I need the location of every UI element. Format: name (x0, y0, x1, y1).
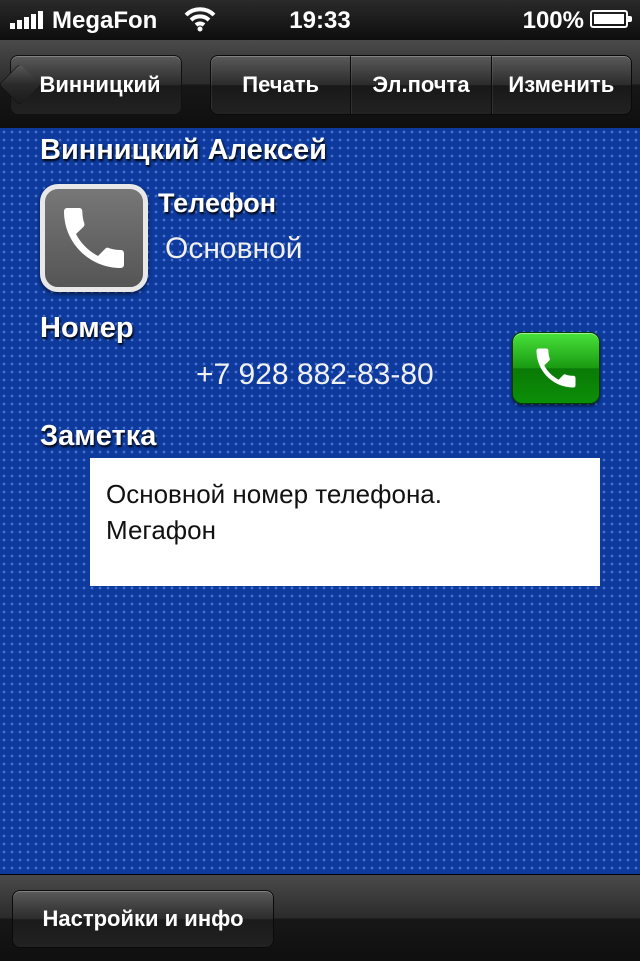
phone-handset-glyph (64, 208, 124, 268)
number-field-label: Номер (40, 312, 134, 344)
back-button[interactable]: Винницкий (10, 55, 182, 115)
phone-handset-icon (40, 184, 148, 292)
note-field-label: Заметка (40, 420, 157, 452)
action-segmented-control: Печать Эл.почта Изменить (210, 55, 632, 115)
phone-type-value: Основной (165, 232, 303, 265)
contact-detail: Винницкий Алексей Телефон Основной Номер… (0, 128, 640, 874)
back-button-label: Винницкий (39, 72, 161, 97)
battery-percent: 100% (522, 7, 584, 34)
battery-charging-icon (590, 10, 632, 28)
status-bar: MegaFon 19:33 100% (0, 0, 640, 40)
edit-button[interactable]: Изменить (490, 56, 631, 114)
note-text-box[interactable]: Основной номер телефона. Мегафон (90, 458, 600, 586)
call-button[interactable] (512, 332, 600, 404)
email-button[interactable]: Эл.почта (350, 56, 490, 114)
call-icon (536, 348, 576, 388)
bottom-toolbar: Настройки и инфо (0, 874, 640, 961)
note-line: Мегафон (106, 515, 216, 545)
settings-info-label: Настройки и инфо (42, 906, 244, 931)
settings-info-button[interactable]: Настройки и инфо (12, 890, 274, 948)
note-line: Основной номер телефона. (106, 479, 442, 509)
navigation-bar: Винницкий Печать Эл.почта Изменить (0, 40, 640, 129)
phone-number[interactable]: +7 928 882-83-80 (196, 358, 434, 392)
contact-name: Винницкий Алексей (40, 134, 328, 166)
print-button[interactable]: Печать (211, 56, 350, 114)
phone-field-label: Телефон (158, 188, 277, 218)
